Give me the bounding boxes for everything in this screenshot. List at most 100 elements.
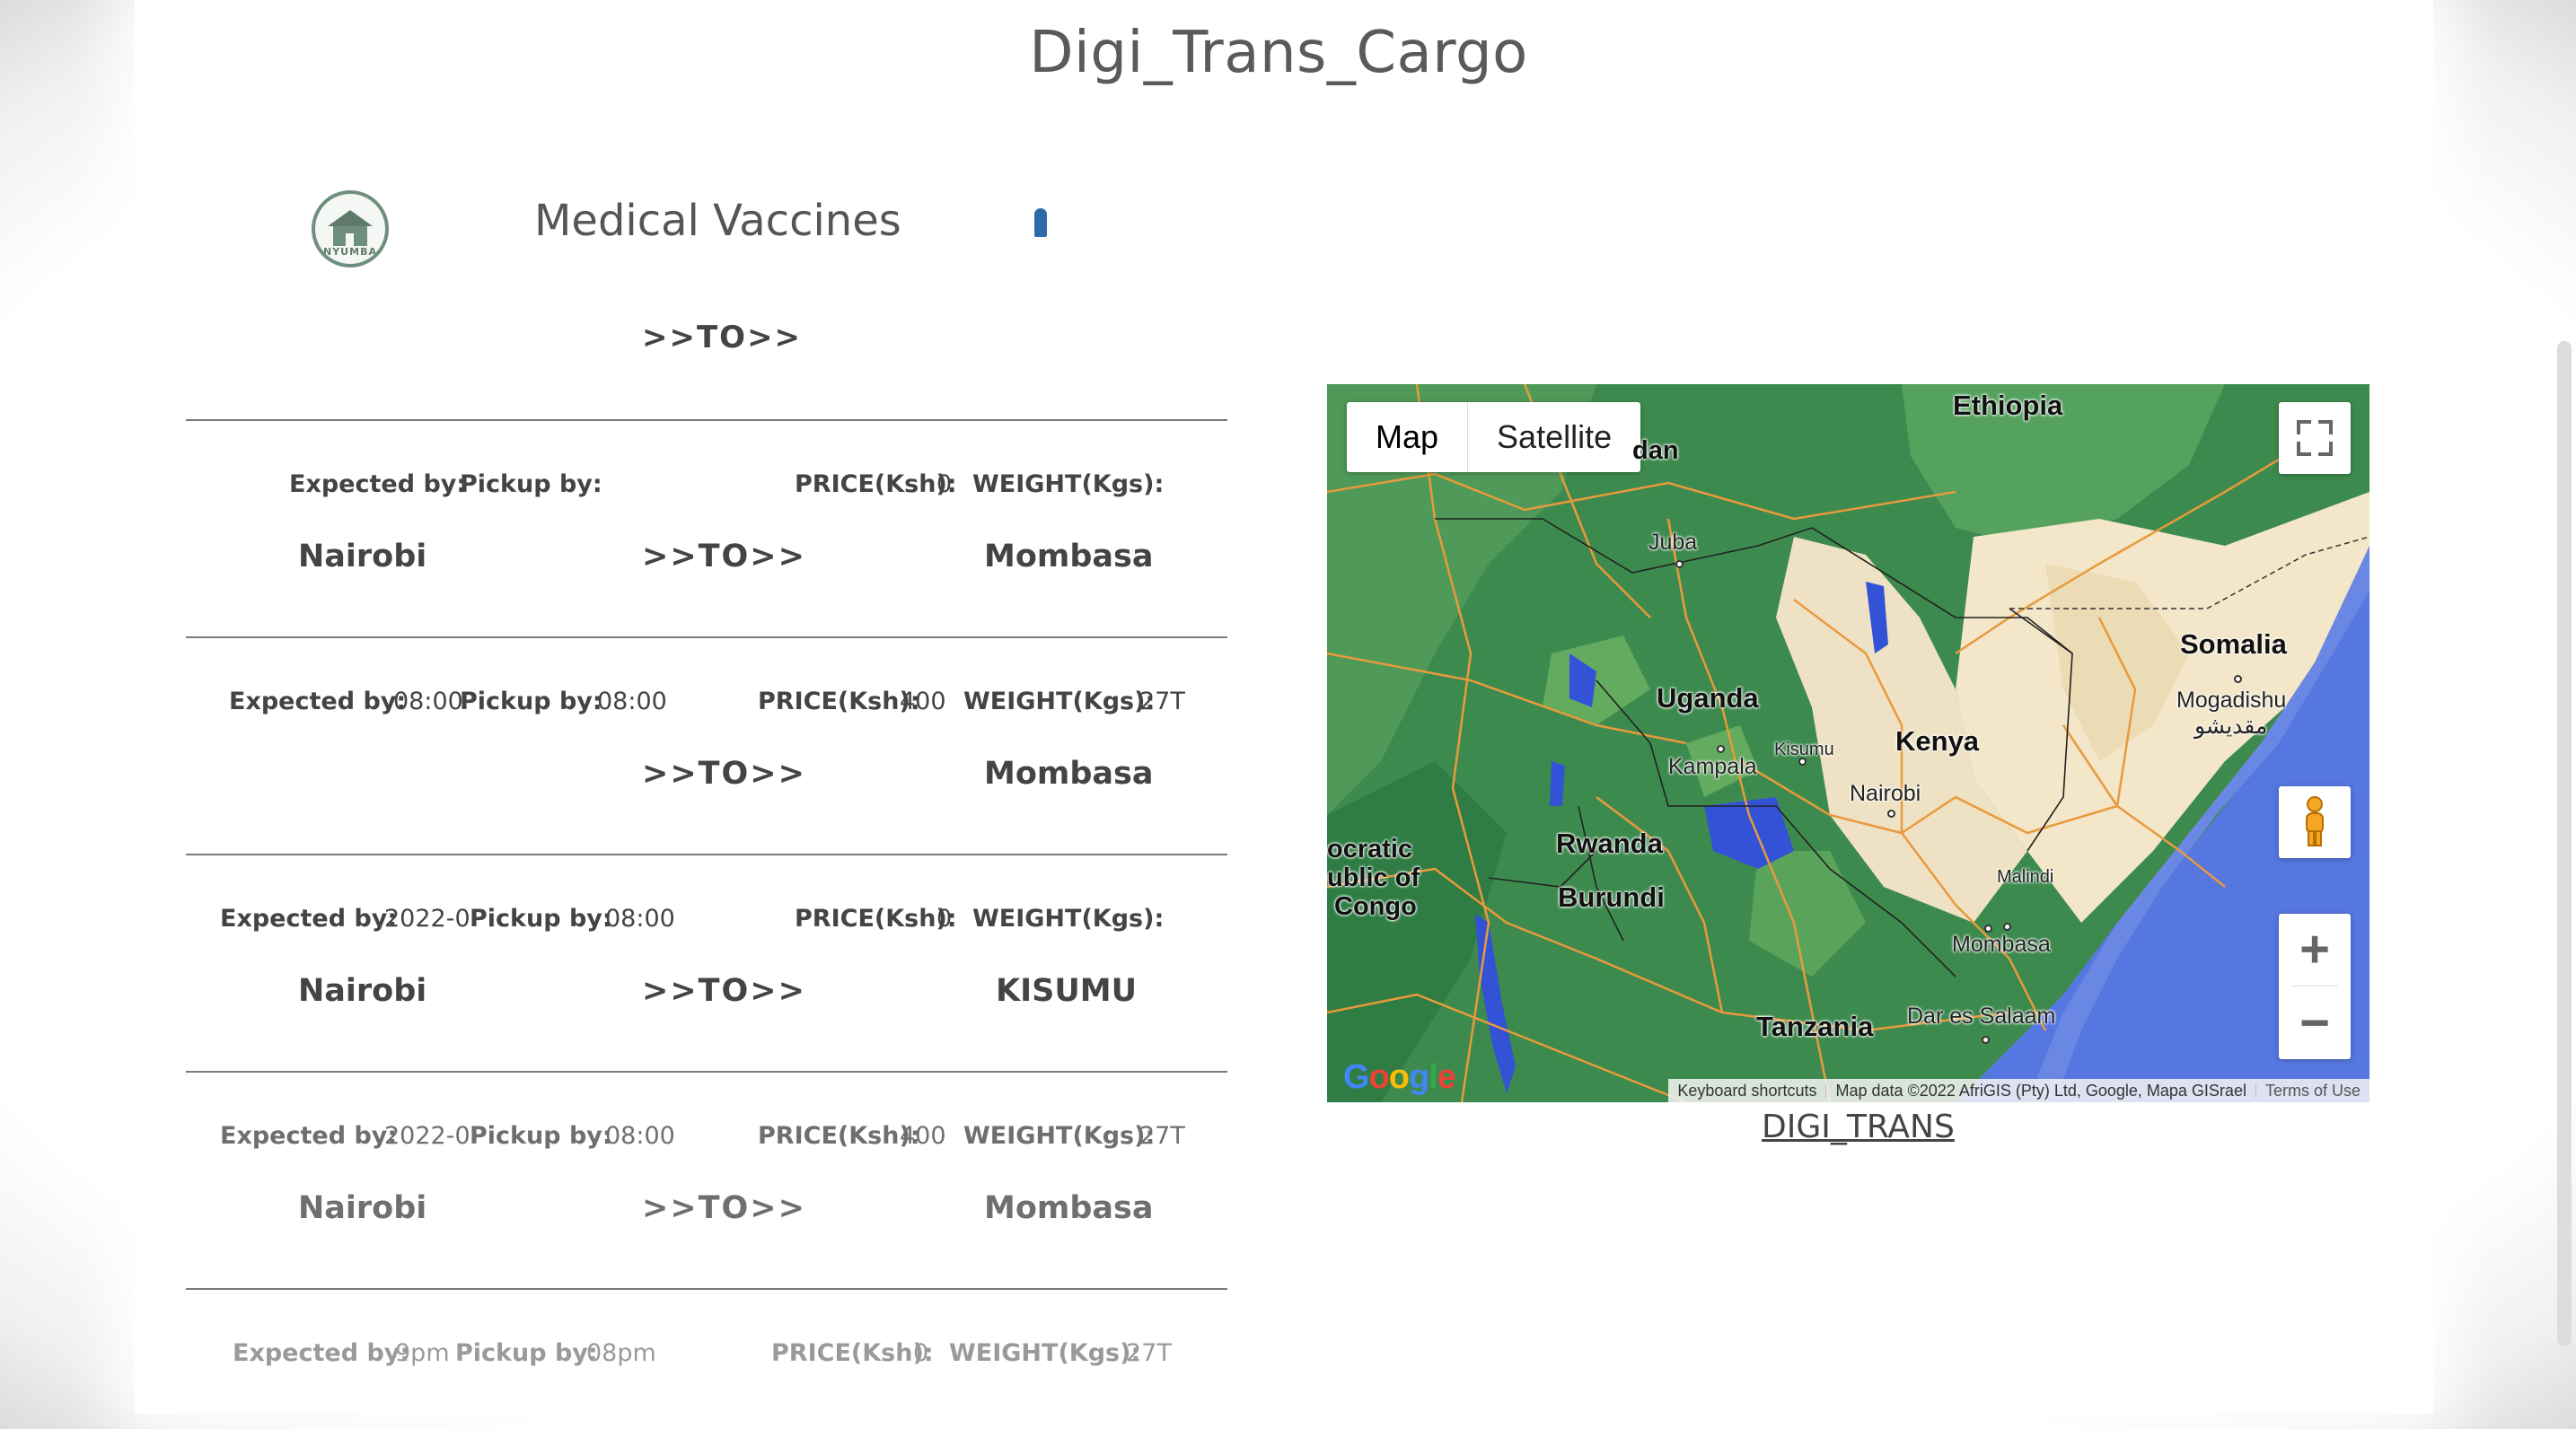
digi-trans-link[interactable]: DIGI_TRANS: [1762, 1109, 1955, 1145]
keyboard-shortcuts-link[interactable]: Keyboard shortcuts: [1668, 1079, 1825, 1102]
shipment-meta-row: Expected by: 2022-0 Pickup by: 08:00 PRICE(K…: [186, 1122, 1227, 1158]
shipment-price-label: PRICE(Ksh):: [758, 1122, 920, 1150]
shipment-destination: Mombasa: [984, 1190, 1154, 1226]
shipment-destination: KISUMU: [996, 973, 1138, 1009]
map-label-drc-1: ocratic: [1327, 835, 1413, 864]
map-label-drc-2: ublic of: [1327, 864, 1420, 892]
page-scrollbar[interactable]: [2557, 341, 2572, 1346]
row-divider: [186, 1288, 1227, 1290]
shipment-price-label: PRICE(Ksh):: [758, 688, 920, 715]
shipment-route-row: Nairobi >>TO>> Mombasa: [186, 1190, 1227, 1226]
shipment-price-label: PRICE(Ksh):: [771, 1339, 934, 1367]
shipment-expected-by-label: Expected by:: [220, 1122, 398, 1150]
map-attribution-bar: Keyboard shortcuts Map data ©2022 AfriGI…: [1668, 1079, 2369, 1102]
fullscreen-icon: [2297, 420, 2311, 434]
zoom-control: + −: [2279, 914, 2351, 1059]
zoom-out-button[interactable]: −: [2279, 987, 2351, 1059]
fullscreen-icon-corner-tr: [2318, 420, 2333, 434]
map-label-kampala: Kampala: [1668, 754, 1757, 779]
shipment-expected-by-value: 2022-0: [384, 1122, 470, 1150]
map-label-somalia: Somalia: [2180, 628, 2287, 660]
fullscreen-icon-corner-bl: [2297, 442, 2311, 456]
map-label-nairobi: Nairobi: [1850, 781, 1921, 806]
pegman-icon: [2306, 796, 2324, 846]
shipment-pickup-by-value: 08pm: [586, 1339, 656, 1367]
shipment-expected-by-label: Expected by:: [220, 905, 398, 933]
map-label-mogadishu-arabic: مقديشو: [2194, 714, 2268, 739]
shipment-price-value: 400: [900, 1122, 946, 1150]
fullscreen-button[interactable]: [2279, 402, 2351, 474]
shipment-route-row: Nairobi >>TO>> KISUMU: [186, 973, 1227, 1009]
map-type-map-button[interactable]: Map: [1347, 402, 1469, 472]
map-type-control: Map Satellite: [1347, 402, 1641, 472]
shipment-price-value: 0: [913, 1339, 929, 1367]
shipment-to-arrow: >>TO>>: [642, 1190, 806, 1226]
map-pin-kampala: [1717, 745, 1725, 753]
zoom-in-button[interactable]: +: [2279, 914, 2351, 986]
shipment-origin: Nairobi: [298, 973, 427, 1009]
map-label-juba: Juba: [1648, 530, 1698, 555]
shipment-meta-row: Expected by: 2022-0 Pickup by: 08:00 PRICE(K…: [186, 905, 1227, 941]
map-label-sudan: dan: [1632, 436, 1679, 465]
shipment-origin: Nairobi: [298, 1190, 427, 1226]
shipment-weight-value: 27T: [1126, 1339, 1172, 1367]
map-label-mogadishu: Mogadishu: [2176, 688, 2287, 713]
shipment-weight-value: 27T: [1139, 688, 1185, 715]
map-terrain: [1327, 384, 2369, 1102]
map-label-uganda: Uganda: [1657, 682, 1759, 714]
shipment-weight-value: 27T: [1139, 1122, 1185, 1150]
shipment-pickup-by-label: Pickup by:: [470, 1122, 612, 1150]
shipment-weight-label: WEIGHT(Kgs):: [949, 1339, 1141, 1367]
shipment-meta-row: Expected by: 08:00 Pickup by: 08:00 PRICE(Ks…: [186, 688, 1227, 723]
shipment-pickup-by-label: Pickup by:: [455, 1339, 598, 1367]
map-label-ethiopia: Ethiopia: [1953, 390, 2063, 421]
shipment-price-value: 0: [936, 470, 953, 498]
google-logo[interactable]: Google: [1343, 1058, 1456, 1097]
shipment-pickup-by-value: 08:00: [597, 688, 667, 715]
shipment-pickup-by-value: 08:00: [605, 1122, 675, 1150]
shipment-weight-label: WEIGHT(Kgs):: [972, 470, 1165, 498]
shipment-weight-label: WEIGHT(Kgs):: [963, 688, 1156, 715]
map-label-burundi: Burundi: [1558, 881, 1665, 913]
map-pin-malindi: [2003, 923, 2011, 931]
google-map[interactable]: Map Satellite + − Ethiopia Somalia Ugand…: [1327, 384, 2369, 1102]
map-type-satellite-button[interactable]: Satellite: [1468, 402, 1640, 472]
map-label-rwanda: Rwanda: [1556, 828, 1663, 859]
map-pin-juba: [1675, 560, 1684, 568]
page-title: Digi_Trans_Cargo: [1029, 20, 1528, 86]
shipment-to-arrow: >>TO>>: [642, 973, 806, 1009]
delivery-logo: [1024, 205, 1059, 257]
shipment-weight-label: WEIGHT(Kgs):: [963, 1122, 1156, 1150]
map-pin-nairobi: [1887, 810, 1895, 818]
fullscreen-icon-corner-br: [2318, 442, 2333, 456]
shipment-pickup-by-label: Pickup by:: [460, 470, 602, 498]
cargo-heading: Medical Vaccines: [534, 196, 901, 246]
shipment-expected-by-value: 2022-0: [384, 905, 470, 933]
header-to-label: >>TO>>: [642, 320, 803, 355]
page-background: Digi_Trans_Cargo NYUMBA Medical Vaccines…: [0, 0, 2576, 1429]
shipment-expected-by-label: Expected by:: [289, 470, 467, 498]
street-view-pegman-button[interactable]: [2279, 786, 2351, 858]
shipment-weight-label: WEIGHT(Kgs):: [972, 905, 1165, 933]
terms-of-use-link[interactable]: Terms of Use: [2256, 1079, 2369, 1102]
map-label-kenya: Kenya: [1895, 725, 1980, 757]
shipment-expected-by-label: Expected by:: [229, 688, 407, 715]
house-icon: [328, 210, 373, 226]
shipment-meta-row: Expected by: Pickup by: PRICE(Ksh): 0 WEIGHT…: [186, 470, 1227, 506]
nyumba-logo-text: NYUMBA: [323, 246, 377, 258]
shipment-expected-by-value: 08:00: [393, 688, 463, 715]
delivery-figure-icon: [1034, 208, 1047, 237]
shipment-meta-row: Expected by: 9pm Pickup by: 08pm PRICE(Ksh):…: [186, 1339, 1227, 1375]
shipment-expected-by-value: 9pm: [395, 1339, 450, 1367]
row-divider: [186, 1071, 1227, 1073]
shipment-route-row: Nairobi >>TO>> Mombasa: [186, 539, 1227, 574]
map-pin-dar-es-salaam: [1982, 1036, 1990, 1044]
shipment-pickup-by-label: Pickup by:: [460, 688, 602, 715]
map-data-attribution: Map data ©2022 AfriGIS (Pty) Ltd, Google…: [1835, 1082, 2246, 1100]
shipment-origin: Nairobi: [298, 539, 427, 574]
shipment-destination: Mombasa: [984, 756, 1154, 792]
shipment-destination: Mombasa: [984, 539, 1154, 574]
shipment-price-value: 400: [900, 688, 946, 715]
house-icon-door: [346, 233, 354, 246]
map-label-kisumu: Kisumu: [1774, 740, 1834, 759]
